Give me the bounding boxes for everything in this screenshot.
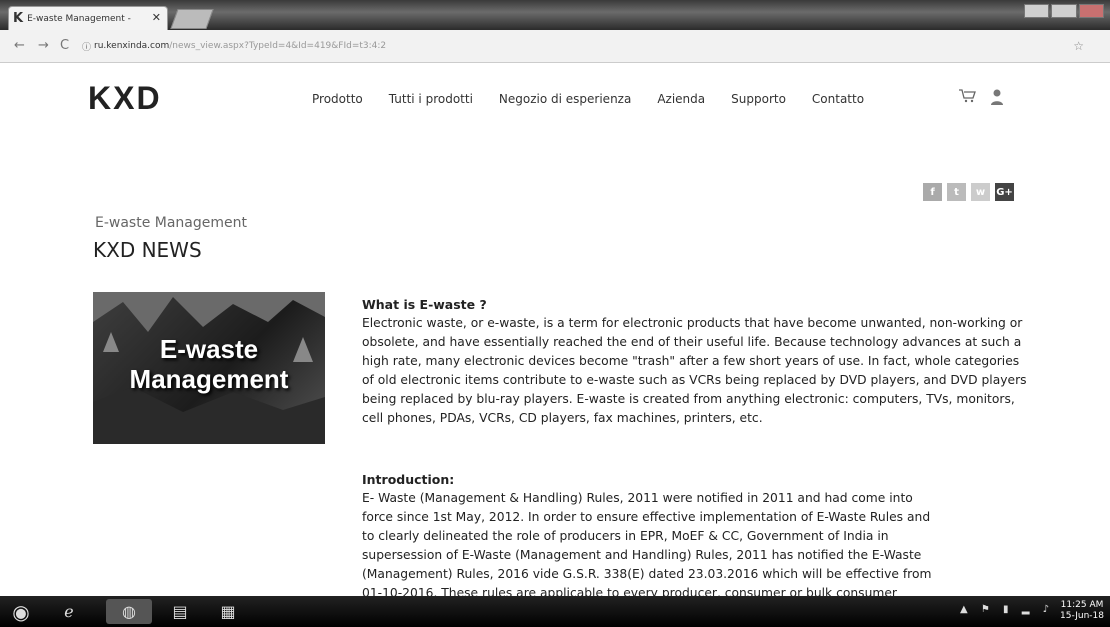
section-body: Electronic waste, or e-waste, is a term … — [362, 316, 1027, 425]
system-tray-icons[interactable]: ▲ ⚑ ▮ ▂ ♪ — [960, 604, 1054, 615]
maximize-button[interactable] — [1051, 4, 1077, 18]
tab-title: E-waste Management - — [27, 13, 131, 24]
windows-taskbar: ◉ ℯ ◍ ▤ ▦ ▲ ⚑ ▮ ▂ ♪ 11:25 AM 15-Jun-18 — [0, 596, 1110, 627]
ie-icon[interactable]: ℯ — [52, 599, 86, 624]
google-plus-icon[interactable]: G+ — [995, 183, 1014, 201]
facebook-icon[interactable]: f — [923, 183, 942, 201]
tab-close-icon[interactable]: ✕ — [152, 11, 161, 24]
clock[interactable]: 11:25 AM 15-Jun-18 — [1060, 600, 1104, 622]
browser-toolbar: ← → C ⓘ ru.kenxinda.com /news_view.aspx?… — [0, 30, 1110, 63]
wechat-icon[interactable]: w — [971, 183, 990, 201]
main-nav: Prodotto Tutti i prodotti Negozio di esp… — [312, 92, 890, 106]
chrome-taskbar-icon[interactable]: ◍ — [106, 599, 152, 624]
hero-image: E-waste Management — [93, 292, 325, 444]
clock-date: 15-Jun-18 — [1060, 611, 1104, 621]
social-links: f t w G+ — [923, 183, 1014, 201]
window-close-button[interactable] — [1078, 4, 1104, 18]
nav-item-tutti-i-prodotti[interactable]: Tutti i prodotti — [389, 92, 473, 106]
reload-icon[interactable]: C — [60, 38, 69, 53]
page-title: KXD NEWS — [93, 238, 202, 262]
browser-titlebar: K E-waste Management - ✕ — [0, 0, 1110, 30]
article-section-what-is: What is E-waste ? Electronic waste, or e… — [362, 296, 1027, 428]
nav-item-azienda[interactable]: Azienda — [657, 92, 705, 106]
nav-item-contatto[interactable]: Contatto — [812, 92, 864, 106]
clock-time: 11:25 AM — [1060, 600, 1104, 610]
section-body: E- Waste (Management & Handling) Rules, … — [362, 491, 932, 600]
bookmark-star-icon[interactable]: ☆ — [1073, 39, 1084, 53]
breadcrumb[interactable]: E-waste Management — [95, 215, 247, 231]
info-icon: ⓘ — [82, 42, 92, 53]
folder-icon[interactable]: ▤ — [162, 599, 198, 624]
document-icon[interactable]: ▦ — [210, 599, 246, 624]
url-path: /news_view.aspx?TypeId=4&Id=419&FId=t3:4… — [169, 41, 387, 51]
hero-text-line2: Management — [129, 364, 289, 394]
browser-tab[interactable]: K E-waste Management - ✕ — [8, 6, 168, 30]
user-icon[interactable] — [990, 88, 1004, 110]
window-controls — [1024, 4, 1104, 18]
section-heading: Introduction: — [362, 472, 455, 487]
hero-text-line1: E-waste — [159, 334, 259, 364]
nav-item-negozio[interactable]: Negozio di esperienza — [499, 92, 631, 106]
address-bar[interactable]: ⓘ ru.kenxinda.com /news_view.aspx?TypeId… — [82, 37, 1062, 55]
twitter-icon[interactable]: t — [947, 183, 966, 201]
article-section-introduction: Introduction: E- Waste (Management & Han… — [362, 471, 944, 603]
new-tab-button[interactable] — [170, 9, 214, 29]
nav-item-supporto[interactable]: Supporto — [731, 92, 786, 106]
url-host: ru.kenxinda.com — [94, 41, 170, 51]
nav-item-prodotto[interactable]: Prodotto — [312, 92, 363, 106]
cart-icon[interactable] — [958, 88, 978, 108]
favicon-icon: K — [13, 11, 24, 26]
site-logo[interactable]: KXD — [88, 80, 162, 117]
start-button[interactable]: ◉ — [4, 599, 38, 624]
back-icon[interactable]: ← — [14, 38, 25, 53]
section-heading: What is E-waste ? — [362, 297, 487, 312]
forward-icon[interactable]: → — [38, 38, 49, 53]
minimize-button[interactable] — [1024, 4, 1050, 18]
